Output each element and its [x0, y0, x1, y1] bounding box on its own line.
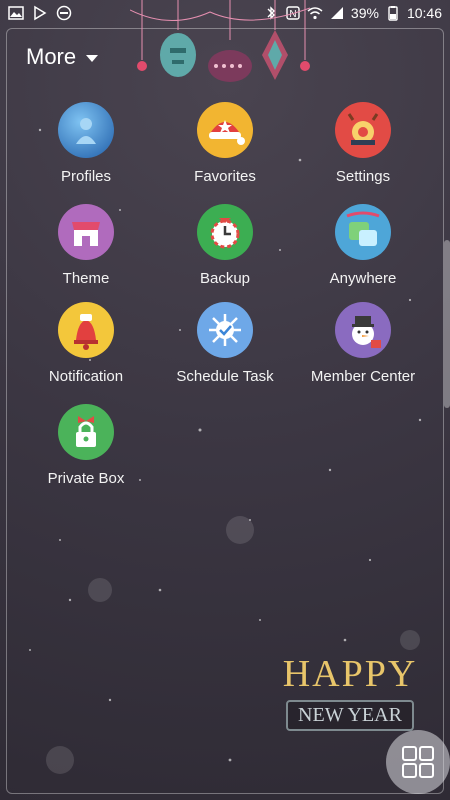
battery-icon [388, 6, 398, 21]
private-box-icon [58, 404, 114, 460]
member-center-icon [335, 302, 391, 358]
favorites-icon [197, 102, 253, 158]
app-backup[interactable]: Backup [155, 204, 295, 287]
more-menu-header[interactable]: More [26, 44, 99, 70]
happy-new-year-banner: HAPPY NEW YEAR [260, 652, 440, 731]
banner-line-1: HAPPY [282, 653, 418, 695]
gallery-icon [8, 6, 24, 20]
app-label: Settings [335, 168, 391, 185]
backup-icon [197, 204, 253, 260]
app-label: Notification [48, 368, 124, 385]
page-title: More [26, 44, 77, 69]
app-theme[interactable]: Theme [16, 204, 156, 287]
app-schedule-task[interactable]: Schedule Task [155, 302, 295, 385]
app-settings[interactable]: Settings [293, 102, 433, 185]
christmas-ornaments-decoration [130, 0, 310, 82]
app-private-box[interactable]: Private Box [16, 404, 156, 487]
clock: 10:46 [406, 5, 442, 21]
app-label: Favorites [194, 168, 256, 185]
app-label: Profiles [60, 168, 112, 185]
app-member-center[interactable]: Member Center [293, 302, 433, 385]
app-label: Private Box [47, 470, 125, 487]
profiles-icon [58, 102, 114, 158]
anywhere-icon [335, 204, 391, 260]
grid-icon [402, 746, 434, 778]
app-label: Anywhere [329, 270, 397, 287]
battery-percent: 39% [350, 5, 379, 21]
chevron-down-icon [86, 54, 99, 62]
app-label: Schedule Task [176, 368, 274, 385]
scrollbar[interactable] [444, 240, 450, 408]
app-anywhere[interactable]: Anywhere [293, 204, 433, 287]
theme-icon [58, 204, 114, 260]
app-label: Backup [199, 270, 251, 287]
settings-icon [335, 102, 391, 158]
app-favorites[interactable]: Favorites [155, 102, 295, 185]
app-notification[interactable]: Notification [16, 302, 156, 385]
app-label: Theme [62, 270, 110, 287]
signal-icon [330, 7, 343, 19]
app-label: Member Center [310, 368, 416, 385]
play-store-icon [34, 5, 47, 21]
notification-icon [58, 302, 114, 358]
grid-view-button[interactable] [386, 730, 450, 794]
app-profiles[interactable]: Profiles [16, 102, 156, 185]
schedule-task-icon [197, 302, 253, 358]
banner-line-2: NEW YEAR [286, 700, 414, 731]
dnd-icon [56, 5, 72, 21]
